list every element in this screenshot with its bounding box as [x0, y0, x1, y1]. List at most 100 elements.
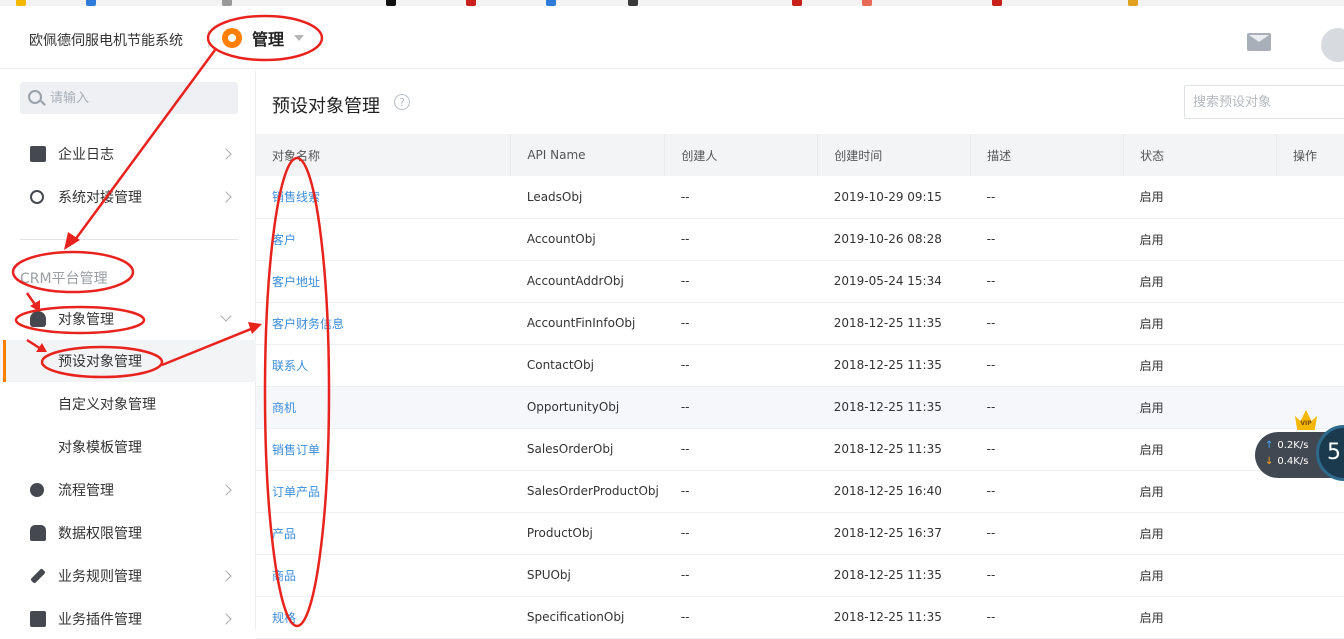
api-name-cell: LeadsObj	[526, 189, 583, 204]
description-cell: --	[986, 526, 996, 540]
column-header[interactable]: 创建时间	[817, 134, 972, 176]
description-cell: --	[986, 189, 996, 204]
created-time-cell: 2019-05-24 15:34	[833, 274, 942, 288]
column-header[interactable]: 操作	[1276, 134, 1344, 176]
sidebar-item-preset-objects[interactable]: 预设对象管理	[0, 340, 256, 382]
column-header[interactable]: 描述	[970, 134, 1125, 176]
table-row[interactable]: 客户 AccountObj -- 2019-10-26 08:28 -- 启用	[256, 218, 1344, 260]
table-row[interactable]: 商机 OpportunityObj -- 2018-12-25 11:35 -- 启用	[256, 386, 1344, 428]
chevron-right-icon	[220, 484, 232, 496]
module-label: 管理	[252, 30, 285, 49]
object-name-link[interactable]: 销售订单	[256, 428, 511, 470]
download-speed: 0.4K/s	[1277, 456, 1309, 467]
download-arrow-icon: ↓	[1265, 456, 1274, 467]
creator-cell: --	[680, 316, 690, 330]
main-content: 预设对象管理 ? 对象名称 API Name 创建人 创建时间 描述 状态 操作…	[256, 70, 1344, 638]
mail-icon[interactable]	[1247, 33, 1271, 51]
sidebar-item-business-rules[interactable]: 业务规则管理	[0, 556, 256, 596]
column-header[interactable]: 对象名称	[256, 134, 512, 176]
table-row[interactable]: 商品 SPUObj -- 2018-12-25 11:35 -- 启用	[256, 554, 1344, 596]
object-name-link[interactable]: 规格	[256, 596, 511, 638]
creator-cell: --	[680, 232, 690, 246]
status-cell: 启用	[1139, 190, 1164, 205]
app-title: 欧佩德伺服电机节能系统	[29, 33, 183, 49]
api-name-cell: SpecificationObj	[526, 610, 625, 624]
table-header-row: 对象名称 API Name 创建人 创建时间 描述 状态 操作	[256, 134, 1344, 176]
chevron-right-icon	[220, 148, 232, 160]
sidebar-item-data-permission[interactable]: 数据权限管理	[0, 513, 256, 553]
description-cell: --	[986, 400, 996, 414]
status-cell: 启用	[1139, 610, 1164, 625]
api-name-cell: SalesOrderObj	[526, 442, 614, 456]
description-cell: --	[986, 568, 996, 582]
actions-cell	[1276, 512, 1344, 554]
column-header[interactable]: 创建人	[664, 134, 819, 176]
avatar[interactable]	[1321, 28, 1344, 62]
column-header[interactable]: 状态	[1123, 134, 1277, 176]
description-cell: --	[986, 610, 996, 624]
created-time-cell: 2018-12-25 11:35	[833, 442, 942, 456]
sidebar-item-label: 数据权限管理	[58, 526, 142, 542]
status-cell: 启用	[1139, 526, 1164, 541]
upload-arrow-icon: ↑	[1265, 440, 1274, 451]
top-bar: 欧佩德伺服电机节能系统 管理	[0, 6, 1344, 69]
table-row[interactable]: 销售订单 SalesOrderObj -- 2018-12-25 11:35 -- 启用	[256, 428, 1344, 470]
log-icon	[30, 146, 46, 162]
table-row[interactable]: 客户地址 AccountAddrObj -- 2019-05-24 15:34 -- 启用	[256, 260, 1344, 302]
wrench-icon	[30, 568, 46, 584]
sidebar-item-label: 系统对接管理	[58, 190, 142, 206]
sidebar-item-object-templates[interactable]: 对象模板管理	[0, 427, 256, 467]
object-name-link[interactable]: 订单产品	[256, 470, 511, 512]
object-name-link[interactable]: 客户	[256, 218, 511, 260]
table-row[interactable]: 客户财务信息 AccountFinInfoObj -- 2018-12-25 11:3…	[256, 302, 1344, 344]
sidebar-item-enterprise-log[interactable]: 企业日志	[0, 134, 256, 174]
object-name-link[interactable]: 产品	[256, 512, 511, 554]
table-row[interactable]: 订单产品 SalesOrderProductObj -- 2018-12-25 16:…	[256, 470, 1344, 512]
actions-cell	[1276, 302, 1344, 344]
object-name-link[interactable]: 客户地址	[256, 260, 511, 302]
actions-cell	[1276, 260, 1344, 302]
table-row[interactable]: 销售线索 LeadsObj -- 2019-10-29 09:15 -- 启用	[256, 176, 1344, 218]
table-row[interactable]: 产品 ProductObj -- 2018-12-25 16:37 -- 启用	[256, 512, 1344, 554]
sidebar-search-input[interactable]	[50, 82, 230, 114]
created-time-cell: 2018-12-25 11:35	[833, 358, 942, 372]
table-row[interactable]: 规格 SpecificationObj -- 2018-12-25 11:35 -- 启用	[256, 596, 1344, 638]
sidebar-item-label: 业务插件管理	[58, 612, 142, 628]
sidebar-item-business-plugins[interactable]: 业务插件管理	[0, 599, 256, 639]
column-header[interactable]: API Name	[510, 134, 666, 176]
page-title: 预设对象管理	[272, 96, 380, 117]
object-search-input[interactable]	[1184, 85, 1344, 119]
sidebar-item-label: 对象模板管理	[58, 440, 142, 456]
search-icon	[28, 90, 42, 104]
actions-cell	[1276, 596, 1344, 638]
api-name-cell: SalesOrderProductObj	[526, 484, 659, 498]
chevron-right-icon	[220, 613, 232, 625]
status-cell: 启用	[1139, 442, 1164, 457]
sidebar-item-system-integration[interactable]: 系统对接管理	[0, 177, 256, 217]
object-name-link[interactable]: 客户财务信息	[256, 302, 511, 344]
object-name-link[interactable]: 销售线索	[256, 176, 511, 218]
status-cell: 启用	[1139, 358, 1164, 373]
module-selector[interactable]: 管理	[222, 26, 305, 50]
actions-cell	[1276, 176, 1344, 218]
sidebar-item-custom-objects[interactable]: 自定义对象管理	[0, 384, 256, 424]
sidebar: 企业日志 系统对接管理 CRM平台管理 对象管理 预设对象管理 自定义对象管理 …	[0, 70, 256, 629]
chevron-right-icon	[220, 570, 232, 582]
flow-icon	[30, 483, 44, 497]
chevron-right-icon	[220, 191, 232, 203]
status-cell: 启用	[1139, 316, 1164, 331]
help-icon[interactable]: ?	[394, 94, 410, 110]
actions-cell	[1276, 554, 1344, 596]
sidebar-item-process[interactable]: 流程管理	[0, 470, 256, 510]
description-cell: --	[986, 274, 996, 288]
sidebar-item-label: 业务规则管理	[58, 569, 142, 585]
creator-cell: --	[680, 400, 690, 414]
sidebar-item-object-management[interactable]: 对象管理	[0, 299, 256, 339]
table-row[interactable]: 联系人 ContactObj -- 2018-12-25 11:35 -- 启用	[256, 344, 1344, 386]
object-name-link[interactable]: 联系人	[256, 344, 511, 386]
api-name-cell: ContactObj	[526, 358, 594, 372]
description-cell: --	[986, 358, 996, 372]
object-name-link[interactable]: 商机	[256, 386, 511, 428]
object-name-link[interactable]: 商品	[256, 554, 511, 596]
created-time-cell: 2018-12-25 16:40	[833, 484, 942, 498]
